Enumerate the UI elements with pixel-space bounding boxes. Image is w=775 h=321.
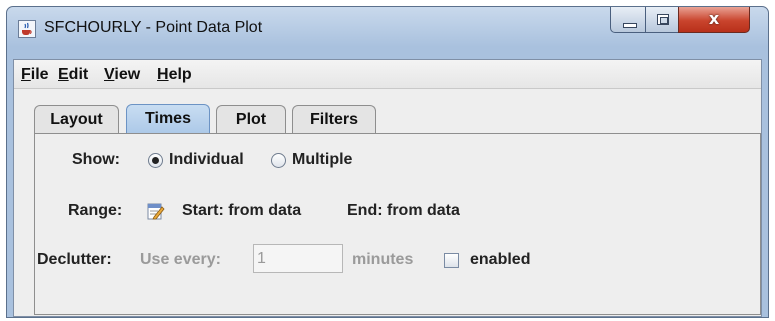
app-window: SFCHOURLY - Point Data Plot x File Edit … (6, 6, 769, 318)
menu-bar: File Edit View Help (14, 60, 761, 89)
menu-help[interactable]: Help (157, 66, 192, 84)
tab-times[interactable]: Times (126, 104, 210, 133)
menu-edit[interactable]: Edit (58, 66, 88, 84)
edit-pencil-icon[interactable] (146, 201, 166, 221)
java-cup-icon (18, 20, 36, 38)
maximize-button[interactable] (645, 7, 679, 33)
enabled-checkbox[interactable] (444, 253, 459, 268)
minutes-label: minutes (352, 251, 414, 268)
use-every-input[interactable]: 1 (253, 244, 343, 273)
enabled-checkbox-label[interactable]: enabled (470, 251, 530, 269)
menu-view[interactable]: View (104, 66, 140, 84)
minimize-button[interactable] (610, 7, 646, 33)
minimize-icon (623, 23, 637, 28)
close-button[interactable]: x (678, 7, 750, 33)
maximize-icon (657, 14, 669, 25)
window-title: SFCHOURLY - Point Data Plot (44, 19, 263, 36)
menu-file[interactable]: File (21, 66, 49, 84)
tab-layout[interactable]: Layout (34, 105, 119, 133)
individual-radio[interactable] (148, 153, 163, 168)
close-icon: x (708, 9, 720, 28)
use-every-label: Use every: (140, 251, 221, 268)
range-start-text: Start: from data (182, 202, 302, 219)
range-end-text: End: from data (347, 202, 460, 219)
individual-radio-label[interactable]: Individual (169, 151, 244, 169)
declutter-label: Declutter: (37, 251, 112, 268)
tab-plot[interactable]: Plot (216, 105, 286, 133)
tab-filters[interactable]: Filters (292, 105, 376, 133)
title-bar[interactable]: SFCHOURLY - Point Data Plot x (7, 7, 768, 51)
window-client: File Edit View Help Layout Times Plot Fi… (13, 59, 762, 317)
multiple-radio[interactable] (271, 153, 286, 168)
times-panel: Show: Individual Multiple Range: Start: … (34, 133, 761, 315)
range-label: Range: (68, 202, 123, 219)
multiple-radio-label[interactable]: Multiple (292, 151, 352, 169)
show-label: Show: (72, 151, 120, 168)
